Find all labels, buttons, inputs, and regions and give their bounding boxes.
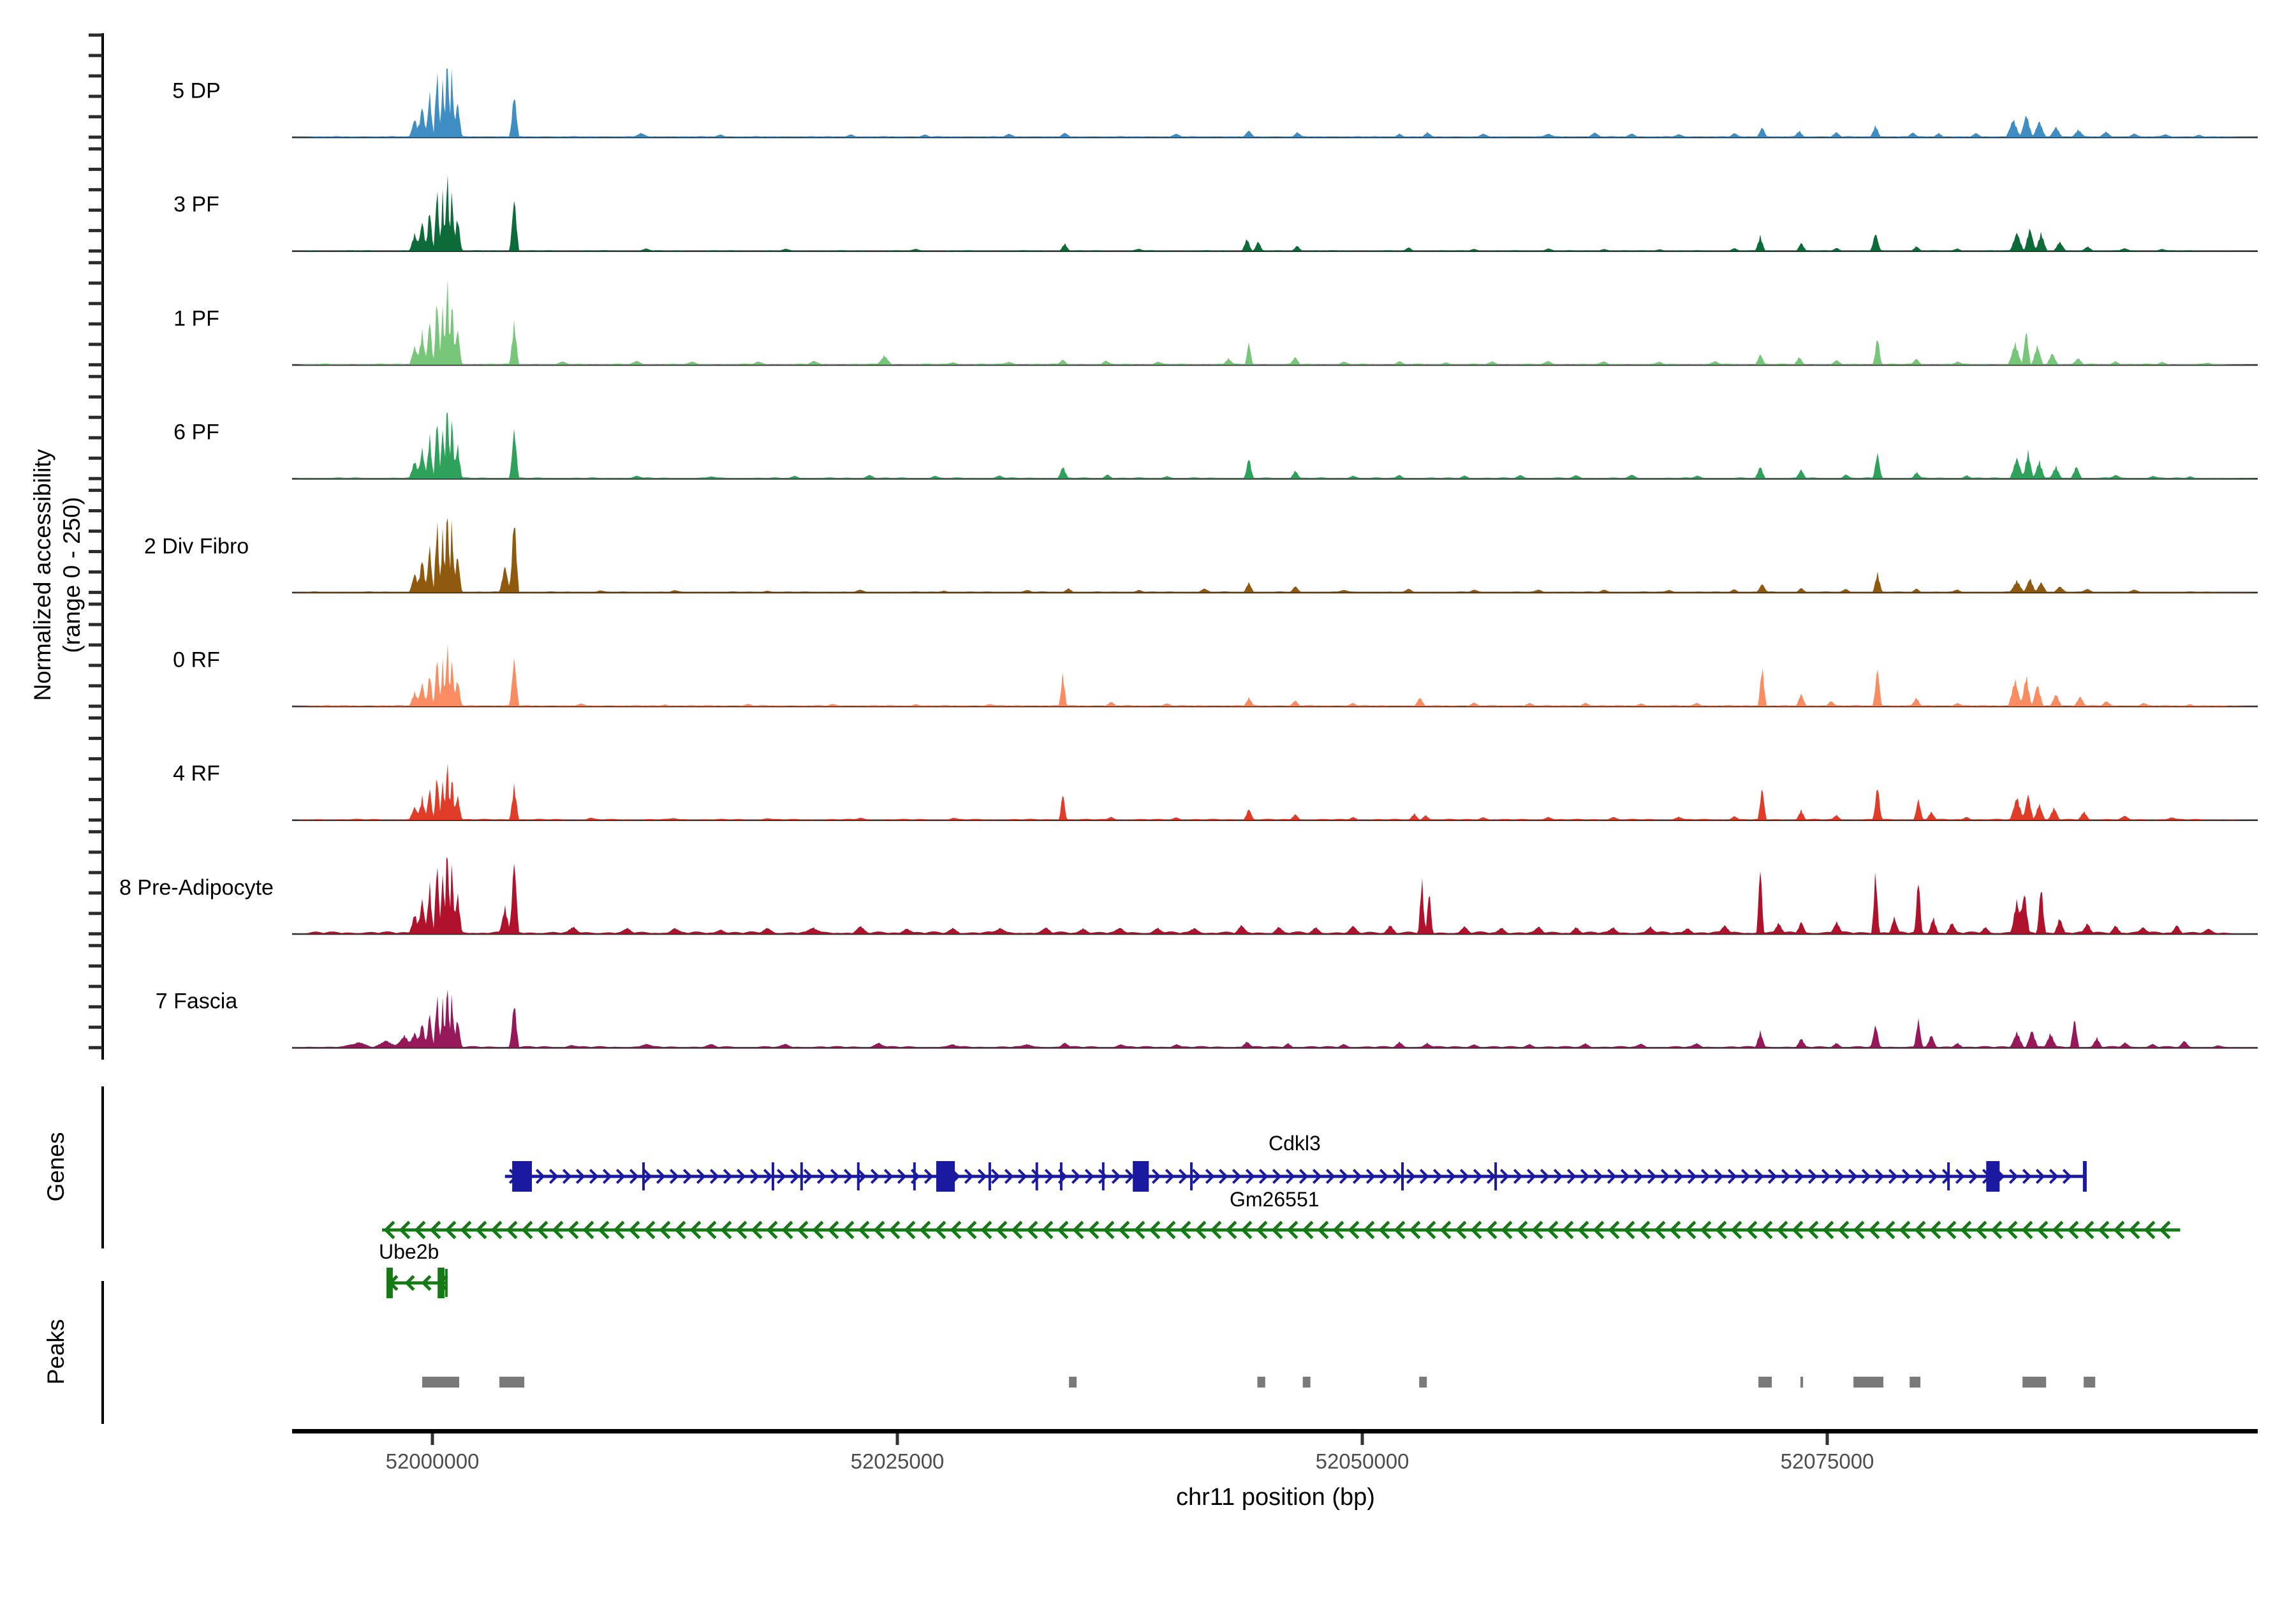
x-axis — [292, 1429, 2258, 1445]
y-axis-label-line2: (range 0 - 250) — [57, 320, 87, 830]
genome-browser-figure: Normalized accessibility (range 0 - 250)… — [0, 0, 2296, 1531]
gene-model-gm26551[interactable] — [382, 1223, 2180, 1237]
signal-track-2-div-fibro — [292, 518, 2258, 593]
peaks-panel-label-wrap: Peaks — [0, 1338, 311, 1365]
peak-interval[interactable] — [1853, 1377, 1883, 1388]
peak-interval[interactable] — [2084, 1377, 2095, 1388]
track-label-5-dp: 5 DP — [63, 79, 330, 104]
track-label-1-pf: 1 PF — [63, 306, 330, 331]
track-label-4-rf: 4 RF — [63, 762, 330, 787]
peak-interval[interactable] — [499, 1377, 524, 1388]
peak-interval[interactable] — [1758, 1377, 1772, 1388]
track-label-3-pf: 3 PF — [63, 193, 330, 218]
tracks-canvas — [0, 0, 2296, 1531]
track-label-7-fascia: 7 Fascia — [63, 989, 330, 1014]
track-label-6-pf: 6 PF — [63, 420, 330, 445]
track-label-8-pre-adipocyte: 8 Pre-Adipocyte — [63, 875, 330, 900]
gene-model-ube2b[interactable] — [386, 1268, 448, 1298]
signal-track-3-pf — [292, 175, 2258, 252]
x-tick-label-52000000: 52000000 — [386, 1449, 480, 1474]
peak-interval[interactable] — [1303, 1377, 1311, 1388]
gene-label-ube2b: Ube2b — [379, 1240, 439, 1264]
peaks-track — [422, 1377, 2095, 1388]
peaks-panel-label: Peaks — [43, 1097, 70, 1607]
peak-interval[interactable] — [1258, 1377, 1265, 1388]
signal-track-6-pf — [292, 412, 2258, 479]
peak-interval[interactable] — [1069, 1377, 1077, 1388]
signal-track-4-rf — [292, 763, 2258, 821]
gene-model-cdkl3[interactable] — [505, 1161, 2087, 1192]
signal-track-7-fascia — [292, 989, 2258, 1048]
x-tick-label-52050000: 52050000 — [1316, 1449, 1409, 1474]
x-axis-title: chr11 position (bp) — [1176, 1484, 1375, 1511]
track-label-2-div-fibro: 2 Div Fibro — [63, 534, 330, 559]
signal-track-8-pre-adipocyte — [292, 857, 2258, 935]
y-axis-label-line1: Normalized accessibility — [28, 320, 57, 830]
peak-interval[interactable] — [1419, 1377, 1427, 1388]
peak-interval[interactable] — [2022, 1377, 2046, 1388]
panel-brackets — [101, 1086, 104, 1424]
peak-interval[interactable] — [1800, 1377, 1803, 1388]
x-tick-label-52075000: 52075000 — [1781, 1449, 1874, 1474]
signal-track-5-dp — [292, 68, 2258, 138]
peak-interval[interactable] — [422, 1377, 459, 1388]
gene-label-cdkl3: Cdkl3 — [1269, 1132, 1321, 1155]
track-label-0-rf: 0 RF — [63, 648, 330, 673]
signal-track-1-pf — [292, 279, 2258, 366]
gene-label-gm26551: Gm26551 — [1230, 1188, 1320, 1211]
peak-interval[interactable] — [1910, 1377, 1920, 1388]
signal-track-0-rf — [292, 644, 2258, 707]
x-tick-label-52025000: 52025000 — [851, 1449, 945, 1474]
